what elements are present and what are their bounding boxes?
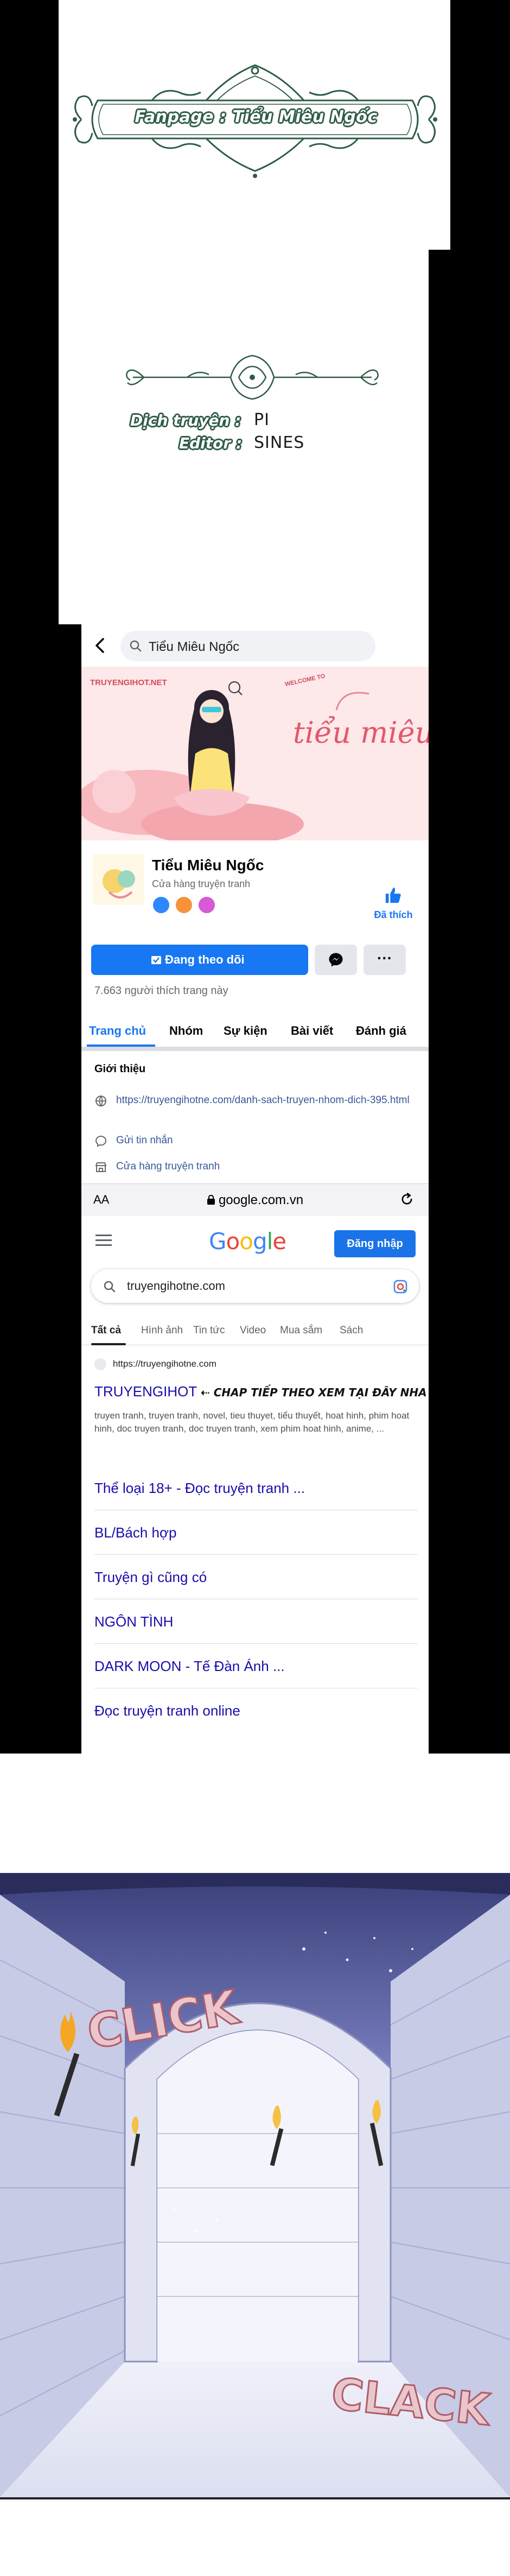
tab-news[interactable]: Tin tức bbox=[193, 1325, 225, 1337]
editor-value: SINES bbox=[254, 433, 305, 452]
badge-purple-icon bbox=[197, 896, 216, 914]
sitelink-item[interactable]: BL/Bách hợp bbox=[94, 1510, 418, 1555]
google-logo-letter: g bbox=[252, 1228, 267, 1255]
facebook-search-input[interactable]: Tiểu Miêu Ngốc bbox=[120, 631, 375, 661]
google-logo[interactable]: Google bbox=[209, 1228, 286, 1255]
tab-all[interactable]: Tất cả bbox=[91, 1325, 121, 1337]
google-logo-letter: o bbox=[239, 1228, 253, 1255]
tab-home[interactable]: Trang chủ bbox=[89, 1024, 146, 1038]
facebook-search-query: Tiểu Miêu Ngốc bbox=[149, 640, 240, 654]
editor-label: Editor : bbox=[179, 434, 243, 452]
google-header: Google Đăng nhập bbox=[81, 1216, 429, 1265]
tab-books[interactable]: Sách bbox=[340, 1325, 363, 1337]
tab-events[interactable]: Sự kiện bbox=[224, 1024, 267, 1038]
following-button[interactable]: Đang theo dõi bbox=[91, 945, 308, 975]
fanpage-credit: Fanpage : Tiểu Miêu Ngốc bbox=[135, 107, 378, 126]
intro-website-link[interactable]: https://truyengihotne.com/danh-sach-truy… bbox=[116, 1093, 420, 1107]
facebook-search-bar: Tiểu Miêu Ngốc bbox=[81, 624, 429, 667]
cover-brand-text: TRUYENGIHOT.NET bbox=[90, 678, 167, 687]
tab-shopping[interactable]: Mua sắm bbox=[280, 1325, 322, 1337]
page-tabs: Trang chủ Nhóm Sự kiện Bài viết Đánh giá bbox=[81, 1013, 429, 1051]
tab-posts[interactable]: Bài viết bbox=[291, 1024, 333, 1038]
manga-panel: CLICK CLACK bbox=[0, 1754, 510, 2576]
following-label: Đang theo dõi bbox=[165, 953, 245, 966]
cover-script-title: tiểu miêu ngốc bbox=[293, 716, 429, 750]
badge-orange-icon bbox=[175, 896, 193, 914]
messenger-button[interactable] bbox=[315, 945, 357, 975]
intro-shop-label: Cửa hàng truyện tranh bbox=[116, 1161, 220, 1172]
back-chevron-icon[interactable] bbox=[93, 637, 106, 654]
badge-blue-icon bbox=[152, 896, 170, 914]
page-avatar[interactable] bbox=[91, 852, 145, 907]
search-icon bbox=[104, 1281, 116, 1293]
google-search-query: truyengihotne.com bbox=[127, 1279, 225, 1293]
translator-label: Dịch truyện : bbox=[130, 412, 241, 429]
address-url[interactable]: google.com.vn bbox=[81, 1193, 429, 1208]
page-category: Cửa hàng truyện tranh bbox=[152, 878, 251, 889]
phone-screen: Tiểu Miêu Ngốc TRUYENGIHOT.NET WELCOME T… bbox=[81, 624, 429, 1754]
page-badges bbox=[152, 896, 220, 915]
active-tab-indicator bbox=[87, 1045, 155, 1047]
messenger-icon bbox=[329, 953, 343, 967]
thumbs-up-icon bbox=[385, 887, 401, 903]
credits-page: Fanpage : Tiểu Miêu Ngốc Dịch truyện : P… bbox=[0, 0, 510, 624]
tab-reviews[interactable]: Đánh giá bbox=[356, 1024, 406, 1038]
castle-corridor-illustration: CLICK CLACK bbox=[0, 1873, 510, 2497]
sitelink-item[interactable]: Đọc truyện tranh online bbox=[94, 1688, 418, 1733]
phone-screenshot: Tiểu Miêu Ngốc TRUYENGIHOT.NET WELCOME T… bbox=[0, 624, 510, 1754]
google-lens-icon[interactable] bbox=[393, 1279, 408, 1294]
more-options-button[interactable]: ··· bbox=[364, 945, 406, 975]
google-result-tabs: Tất cả Hình ảnh Tin tức Video Mua sắm Sá… bbox=[81, 1319, 429, 1345]
translator-value: PI bbox=[254, 410, 270, 429]
black-margin-left bbox=[0, 0, 59, 624]
tab-groups[interactable]: Nhóm bbox=[169, 1024, 203, 1038]
sitelink-item[interactable]: NGÔN TÌNH bbox=[94, 1599, 418, 1644]
panel-border bbox=[0, 2497, 510, 2499]
reload-icon[interactable] bbox=[399, 1192, 415, 1207]
cover-illustration: TRUYENGIHOT.NET WELCOME TO tiểu miêu ngố… bbox=[81, 667, 429, 840]
address-url-text: google.com.vn bbox=[218, 1193, 304, 1207]
active-tab-indicator bbox=[91, 1343, 126, 1345]
likes-count: 7.663 người thích trang này bbox=[94, 985, 228, 997]
black-margin-right bbox=[450, 0, 510, 624]
result-site-url[interactable]: https://truyengihotne.com bbox=[94, 1358, 216, 1370]
result-title-text: TRUYENGIHOT bbox=[94, 1383, 197, 1400]
shop-icon bbox=[95, 1162, 107, 1172]
page-cover-image[interactable]: TRUYENGIHOT.NET WELCOME TO tiểu miêu ngố… bbox=[81, 667, 429, 840]
result-handwritten-note: ⇠ CHAP TIẾP THEO XEM TẠI ĐÂY NHA bbox=[201, 1386, 427, 1399]
intro-message-label: Gửi tin nhắn bbox=[116, 1135, 173, 1146]
sitelink-item[interactable]: Thể loại 18+ - Đọc truyện tranh ... bbox=[94, 1466, 418, 1510]
black-margin-notch bbox=[429, 250, 450, 624]
liked-button[interactable]: Đã thích bbox=[369, 886, 418, 921]
page-name: Tiểu Miêu Ngốc bbox=[152, 857, 264, 874]
sitelink-item[interactable]: DARK MOON - Tế Đàn Ánh ... bbox=[94, 1644, 418, 1688]
google-logo-letter: e bbox=[272, 1228, 286, 1255]
sign-in-button[interactable]: Đăng nhập bbox=[334, 1230, 416, 1257]
menu-icon[interactable] bbox=[95, 1235, 112, 1246]
messenger-outline-icon bbox=[95, 1135, 107, 1147]
liked-label: Đã thích bbox=[374, 909, 413, 920]
intro-heading: Giới thiệu bbox=[94, 1063, 146, 1075]
globe-icon bbox=[95, 1096, 106, 1107]
tab-videos[interactable]: Video bbox=[240, 1325, 266, 1337]
ornamental-divider bbox=[126, 355, 379, 400]
search-icon bbox=[130, 640, 142, 652]
tab-images[interactable]: Hình ảnh bbox=[141, 1325, 183, 1337]
lock-icon bbox=[207, 1194, 215, 1205]
google-logo-letter: G bbox=[209, 1228, 227, 1255]
site-favicon-icon bbox=[94, 1358, 106, 1370]
sitelink-item[interactable]: Truyện gì cũng có bbox=[94, 1555, 418, 1599]
google-logo-letter: o bbox=[226, 1228, 240, 1255]
result-snippet: truyen tranh, truyen tranh, novel, tieu … bbox=[94, 1410, 410, 1434]
result-title[interactable]: TRUYENGIHOT ⇠ CHAP TIẾP THEO XEM TẠI ĐÂY… bbox=[94, 1383, 427, 1400]
google-search-input[interactable]: truyengihotne.com bbox=[91, 1269, 419, 1303]
result-site-text: https://truyengihotne.com bbox=[113, 1358, 216, 1369]
google-logo-letter: l bbox=[266, 1228, 273, 1255]
follow-check-icon bbox=[151, 956, 161, 964]
page: Fanpage : Tiểu Miêu Ngốc Dịch truyện : P… bbox=[0, 0, 510, 2576]
safari-address-bar[interactable]: AA google.com.vn bbox=[81, 1183, 429, 1216]
